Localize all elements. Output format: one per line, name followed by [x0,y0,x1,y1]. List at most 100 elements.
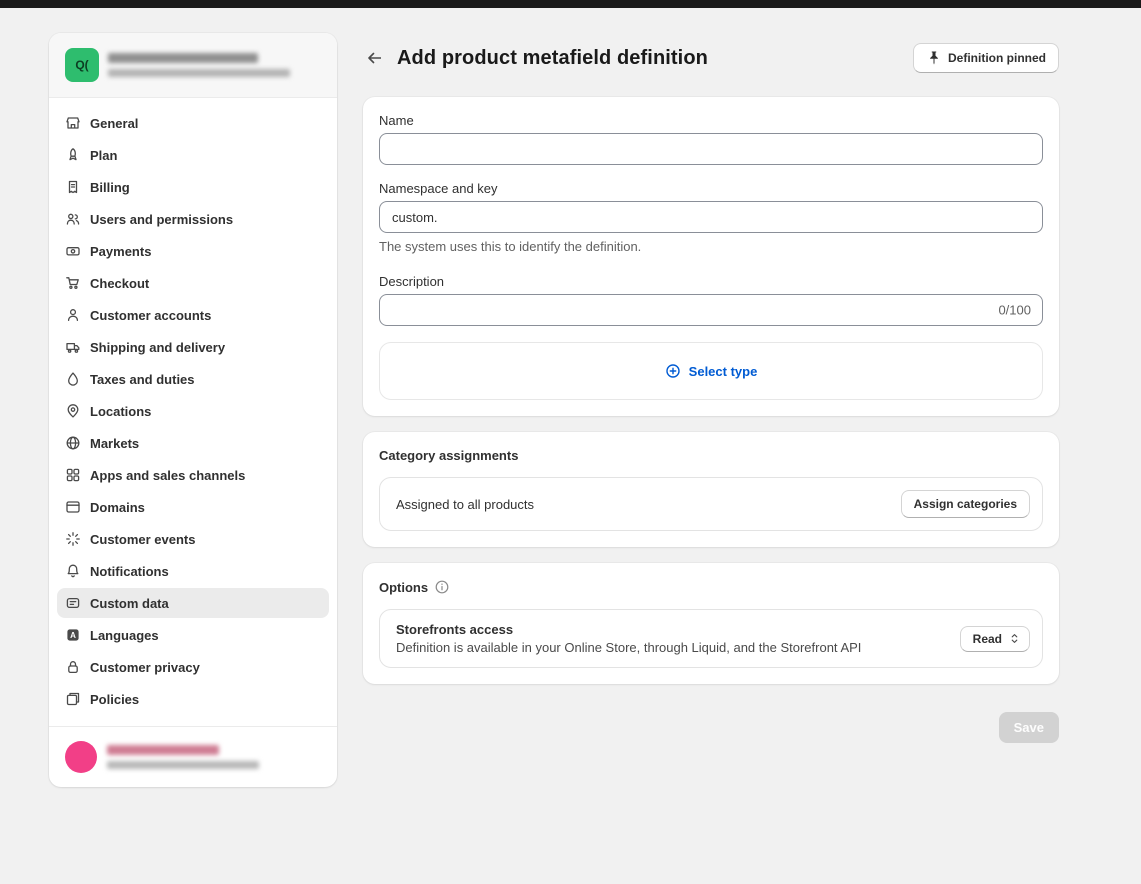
sidebar-item-label: Taxes and duties [90,372,195,387]
description-input[interactable] [379,294,1043,326]
up-down-chevron-icon [1008,632,1021,645]
cart-icon [65,275,81,291]
options-title-row: Options [379,579,1043,595]
save-button[interactable]: Save [999,712,1059,743]
storefronts-access-box: Storefronts access Definition is availab… [379,609,1043,668]
sidebar-item-label: Customer accounts [90,308,211,323]
store-name-redacted [108,53,258,63]
character-counter: 0/100 [998,303,1031,318]
receipt-icon [65,179,81,195]
namespace-field: Namespace and key The system uses this t… [379,181,1043,254]
sidebar-item-label: Locations [90,404,151,419]
droplet-icon [65,371,81,387]
main-content: Add product metafield definition Definit… [363,33,1059,743]
sidebar-item-customer-events[interactable]: Customer events [57,524,329,554]
storefront-access-select[interactable]: Read [960,626,1030,652]
translate-icon: A [65,627,81,643]
sidebar-item-checkout[interactable]: Checkout [57,268,329,298]
svg-text:A: A [70,631,76,640]
truck-icon [65,339,81,355]
sidebar-item-plan[interactable]: Plan [57,140,329,170]
sidebar-item-languages[interactable]: A Languages [57,620,329,650]
sidebar-item-label: Billing [90,180,130,195]
namespace-help-text: The system uses this to identify the def… [379,239,1043,254]
custom-data-icon [65,595,81,611]
settings-nav: General Plan Billing Users and permissio… [49,98,337,726]
sidebar-item-label: Notifications [90,564,169,579]
sidebar-item-locations[interactable]: Locations [57,396,329,426]
save-row: Save [363,712,1059,743]
globe-icon [65,435,81,451]
page-header: Add product metafield definition Definit… [363,43,1059,73]
sidebar-item-label: Payments [90,244,151,259]
sidebar-item-apps-sales-channels[interactable]: Apps and sales channels [57,460,329,490]
documents-icon [65,691,81,707]
payments-icon [65,243,81,259]
back-arrow-icon [365,50,381,66]
user-name-redacted [107,745,219,755]
name-input[interactable] [379,133,1043,165]
sidebar-item-label: Apps and sales channels [90,468,245,483]
sidebar-item-label: General [90,116,138,131]
name-label: Name [379,113,1043,128]
category-status-text: Assigned to all products [396,497,534,512]
user-email-redacted [107,761,259,769]
options-card: Options Storefronts access Definition is… [363,563,1059,684]
lock-icon [65,659,81,675]
location-pin-icon [65,403,81,419]
category-assignments-box: Assigned to all products Assign categori… [379,477,1043,531]
select-type-label: Select type [689,364,758,379]
storefronts-access-info: Storefronts access Definition is availab… [396,622,861,655]
sidebar-item-label: Markets [90,436,139,451]
definition-pinned-button[interactable]: Definition pinned [913,43,1059,73]
storefront-access-value: Read [973,632,1002,646]
store-domain-redacted [108,69,290,77]
back-button[interactable] [363,48,383,68]
person-icon [65,307,81,323]
sidebar-item-customer-privacy[interactable]: Customer privacy [57,652,329,682]
sidebar-item-markets[interactable]: Markets [57,428,329,458]
description-field: Description 0/100 [379,274,1043,326]
user-avatar [65,741,97,773]
sidebar-item-custom-data[interactable]: Custom data [57,588,329,618]
sidebar-item-customer-accounts[interactable]: Customer accounts [57,300,329,330]
assign-categories-button[interactable]: Assign categories [901,490,1030,518]
sidebar-item-general[interactable]: General [57,108,329,138]
bell-icon [65,563,81,579]
sidebar-item-notifications[interactable]: Notifications [57,556,329,586]
pin-icon [926,50,942,66]
definition-card: Name Namespace and key The system uses t… [363,97,1059,416]
store-avatar: Q( [65,48,99,82]
sidebar-item-label: Customer events [90,532,195,547]
storefronts-access-title: Storefronts access [396,622,861,637]
definition-pinned-label: Definition pinned [948,51,1046,65]
namespace-key-input[interactable] [379,201,1043,233]
admin-top-strip [0,0,1141,8]
sidebar-item-taxes-duties[interactable]: Taxes and duties [57,364,329,394]
settings-layout: Q( General Plan Billing Users and permis [0,8,1141,787]
storefronts-access-description: Definition is available in your Online S… [396,640,861,655]
store-icon [65,115,81,131]
sidebar-item-label: Languages [90,628,159,643]
sidebar-item-label: Policies [90,692,139,707]
category-assignments-title: Category assignments [379,448,1043,463]
sidebar-item-domains[interactable]: Domains [57,492,329,522]
user-identity [107,745,259,769]
settings-sidebar: Q( General Plan Billing Users and permis [49,33,337,787]
store-header[interactable]: Q( [49,33,337,98]
store-identity [108,53,290,77]
namespace-label: Namespace and key [379,181,1043,196]
description-label: Description [379,274,1043,289]
sidebar-item-billing[interactable]: Billing [57,172,329,202]
user-footer[interactable] [49,726,337,787]
sidebar-item-shipping-delivery[interactable]: Shipping and delivery [57,332,329,362]
sidebar-item-label: Domains [90,500,145,515]
plus-circle-icon [665,363,681,379]
sidebar-item-policies[interactable]: Policies [57,684,329,714]
select-type-button[interactable]: Select type [379,342,1043,400]
sidebar-item-payments[interactable]: Payments [57,236,329,266]
sidebar-item-label: Checkout [90,276,149,291]
sidebar-item-label: Customer privacy [90,660,200,675]
sidebar-item-users-permissions[interactable]: Users and permissions [57,204,329,234]
plan-icon [65,147,81,163]
